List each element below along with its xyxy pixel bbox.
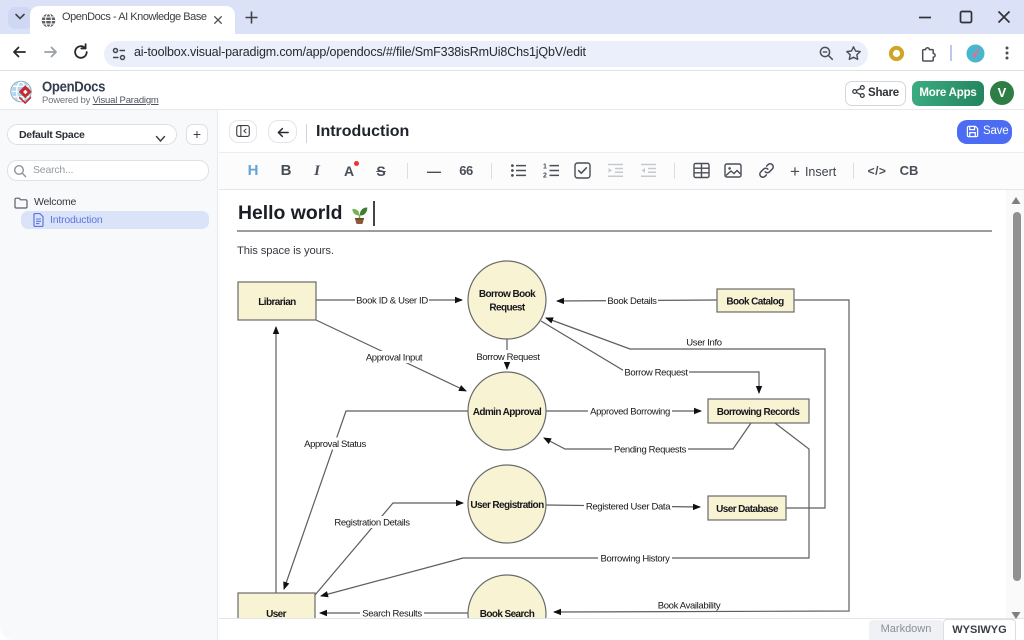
- svg-text:Book Details: Book Details: [607, 296, 657, 307]
- svg-text:User Registration: User Registration: [470, 500, 544, 511]
- svg-text:Borrow Request: Borrow Request: [624, 368, 688, 379]
- svg-text:Book ID & User ID: Book ID & User ID: [356, 296, 428, 307]
- svg-text:Request: Request: [489, 303, 526, 314]
- svg-text:Approval Status: Approval Status: [304, 439, 366, 450]
- svg-text:Approved Borrowing: Approved Borrowing: [590, 407, 670, 418]
- svg-text:Book Availability: Book Availability: [658, 601, 721, 612]
- svg-text:Borrowing History: Borrowing History: [600, 554, 670, 565]
- svg-text:Admin Approval: Admin Approval: [473, 407, 542, 418]
- svg-text:Approval Input: Approval Input: [366, 353, 423, 364]
- svg-text:Borrow Book: Borrow Book: [479, 289, 536, 300]
- svg-text:Book Catalog: Book Catalog: [726, 297, 784, 308]
- svg-text:User Database: User Database: [716, 504, 779, 515]
- svg-text:Librarian: Librarian: [258, 297, 296, 308]
- svg-text:Registered User Data: Registered User Data: [586, 502, 671, 513]
- svg-text:Borrow Request: Borrow Request: [476, 352, 540, 363]
- svg-text:Registration Details: Registration Details: [334, 518, 410, 529]
- svg-text:Pending Requests: Pending Requests: [614, 445, 687, 456]
- svg-text:User Info: User Info: [686, 338, 721, 349]
- svg-text:Borrowing Records: Borrowing Records: [717, 407, 801, 418]
